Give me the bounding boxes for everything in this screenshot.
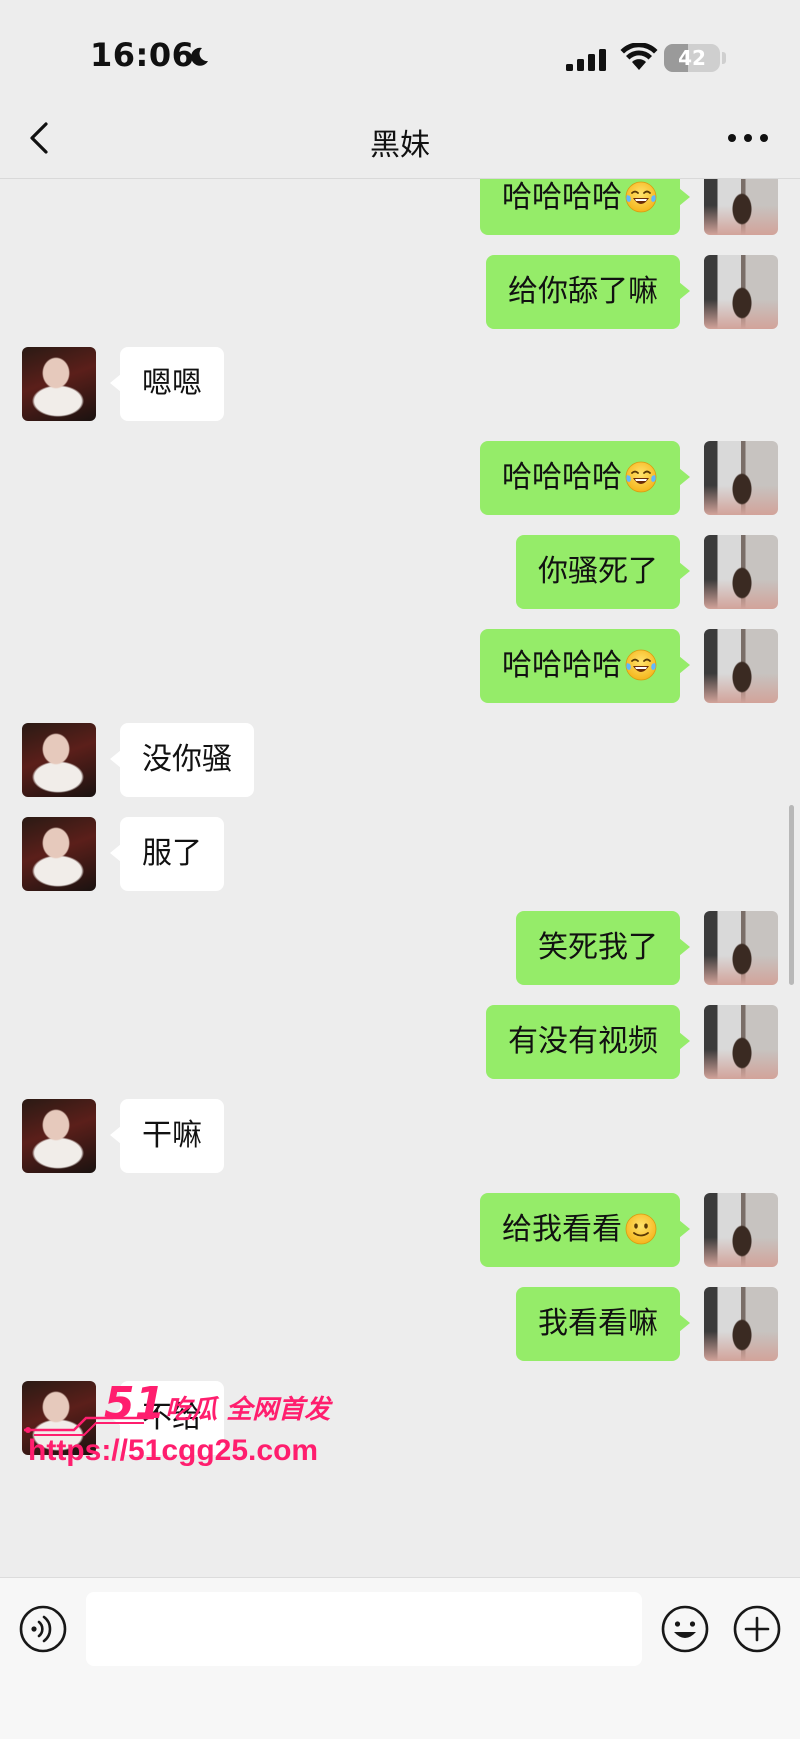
self-avatar[interactable]: [704, 911, 778, 985]
message-text: 给我看看: [502, 1212, 622, 1247]
message-text: 哈哈哈哈: [502, 460, 622, 495]
message-text: 干嘛: [142, 1118, 202, 1153]
message-text: 哈哈哈哈: [502, 648, 622, 683]
message-list[interactable]: 哈哈哈哈 给你舔了嘛 嗯嗯 哈哈哈哈 你骚死了 哈哈哈哈 没你骚 服了 笑死我了 有没有视频 干嘛给…: [0, 179, 800, 1576]
message-text: 我看看嘛: [538, 1306, 658, 1341]
self-avatar[interactable]: [704, 535, 778, 609]
input-bar: [0, 1577, 800, 1739]
self-avatar[interactable]: [704, 441, 778, 515]
self-avatar[interactable]: [704, 629, 778, 703]
watermark-number: 51: [104, 1378, 166, 1429]
message-text: 有没有视频: [508, 1024, 658, 1059]
sent-message-bubble[interactable]: 有没有视频: [486, 1005, 690, 1079]
emoji-icon[interactable]: [660, 1604, 710, 1654]
self-avatar[interactable]: [704, 255, 778, 329]
friend-avatar[interactable]: [22, 723, 96, 797]
message-text: 笑死我了: [538, 930, 658, 965]
watermark-brand: 51吃瓜 全网首发: [104, 1378, 330, 1429]
plus-icon[interactable]: [732, 1604, 782, 1654]
self-avatar[interactable]: [704, 1287, 778, 1361]
tears-of-joy-emoji-icon: [625, 461, 657, 492]
sent-message-bubble[interactable]: 哈哈哈哈: [480, 179, 690, 235]
battery-nub: [722, 52, 726, 64]
sent-message-bubble[interactable]: 笑死我了: [516, 911, 690, 985]
friend-avatar[interactable]: [22, 347, 96, 421]
self-avatar[interactable]: [704, 1005, 778, 1079]
message-text: 嗯嗯: [142, 366, 202, 401]
self-avatar[interactable]: [704, 1193, 778, 1267]
battery-icon: 42: [664, 44, 720, 72]
watermark-text: 吃瓜 全网首发: [165, 1395, 331, 1425]
voice-icon[interactable]: [18, 1604, 68, 1654]
sent-message-bubble[interactable]: 你骚死了: [516, 535, 690, 609]
sent-message-bubble[interactable]: 给你舔了嘛: [486, 255, 690, 329]
sent-message-bubble[interactable]: 哈哈哈哈: [480, 441, 690, 515]
scrollbar[interactable]: [789, 805, 794, 985]
chat-screen: 16:06 42 黑妹 哈哈哈哈 给你舔了嘛 嗯嗯 哈哈哈哈 你骚死了 哈哈哈哈…: [0, 0, 800, 1739]
status-time: 16:06: [90, 36, 195, 74]
message-text: 没你骚: [142, 742, 232, 777]
moon-icon: [191, 47, 208, 66]
message-text: 你骚死了: [538, 554, 658, 589]
message-input[interactable]: [86, 1592, 642, 1666]
nav-bar: 黑妹: [0, 100, 800, 179]
self-avatar[interactable]: [704, 179, 778, 235]
tears-of-joy-emoji-icon: [625, 181, 657, 212]
more-dots-icon[interactable]: [724, 128, 772, 148]
status-bar: 16:06 42: [0, 0, 800, 100]
message-text: 给你舔了嘛: [508, 274, 658, 309]
signal-icon: [566, 49, 606, 71]
tears-of-joy-emoji-icon: [625, 649, 657, 680]
chat-title: 黑妹: [370, 128, 430, 163]
sent-message-bubble[interactable]: 哈哈哈哈: [480, 629, 690, 703]
received-message-bubble[interactable]: 没你骚: [110, 723, 254, 797]
battery-level: 42: [678, 46, 706, 70]
smile-emoji-icon: [625, 1213, 657, 1244]
received-message-bubble[interactable]: 干嘛: [110, 1099, 224, 1173]
sent-message-bubble[interactable]: 给我看看: [480, 1193, 690, 1267]
watermark: 51吃瓜 全网首发 https://51cgg25.com: [24, 1378, 354, 1478]
wifi-icon: [620, 43, 658, 70]
friend-avatar[interactable]: [22, 817, 96, 891]
message-text: 哈哈哈哈: [502, 180, 622, 215]
received-message-bubble[interactable]: 嗯嗯: [110, 347, 224, 421]
sent-message-bubble[interactable]: 我看看嘛: [516, 1287, 690, 1361]
received-message-bubble[interactable]: 服了: [110, 817, 224, 891]
friend-avatar[interactable]: [22, 1099, 96, 1173]
message-text: 服了: [142, 836, 202, 871]
watermark-url: https://51cgg25.com: [28, 1434, 319, 1467]
